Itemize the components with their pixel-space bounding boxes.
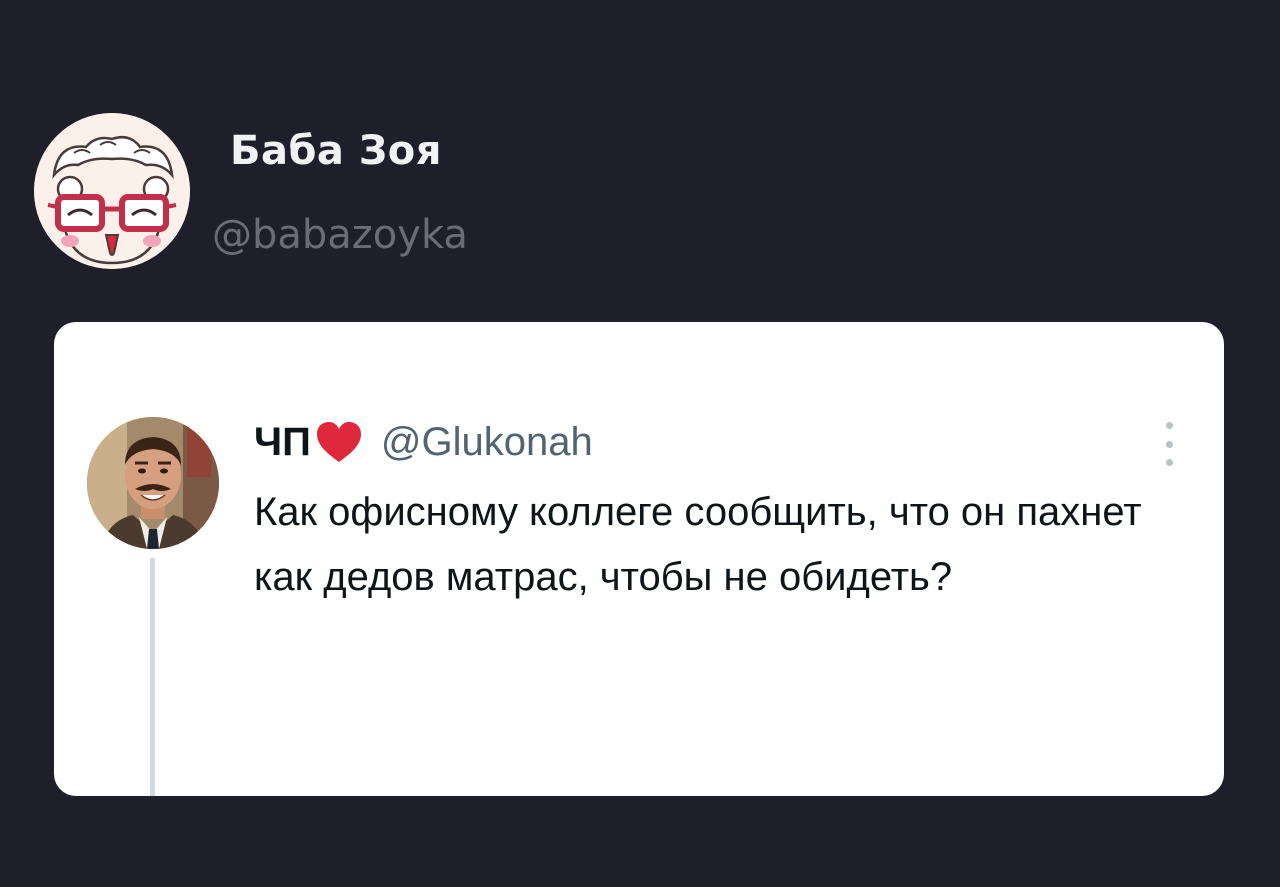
quoted-author-handle[interactable]: @Glukonah (381, 420, 593, 465)
quoted-tweet-text: Как офисному коллеге сообщить, что он па… (254, 490, 1142, 599)
vertical-dots-icon (1165, 422, 1173, 429)
author-avatar[interactable] (34, 113, 190, 269)
cartoon-grandma-avatar-icon (34, 113, 190, 269)
author-handle[interactable]: @babazoyka (212, 212, 468, 258)
thread-line (150, 558, 155, 796)
red-heart-icon (315, 420, 363, 464)
quoted-tweet-card[interactable]: ЧП @Glukonah Как офисному коллеге сообщи… (54, 322, 1224, 796)
mustached-man-photo-avatar-icon (87, 417, 219, 549)
post-screen: Баба Зоя @babazoyka ЧП @Glukonah Как офи… (0, 0, 1280, 887)
quoted-author-name[interactable]: ЧП (254, 420, 311, 465)
quoted-tweet-header: ЧП @Glukonah (254, 414, 593, 470)
quoted-author-avatar[interactable] (87, 417, 219, 549)
more-options-button[interactable] (1154, 422, 1184, 466)
author-name[interactable]: Баба Зоя (230, 128, 442, 174)
